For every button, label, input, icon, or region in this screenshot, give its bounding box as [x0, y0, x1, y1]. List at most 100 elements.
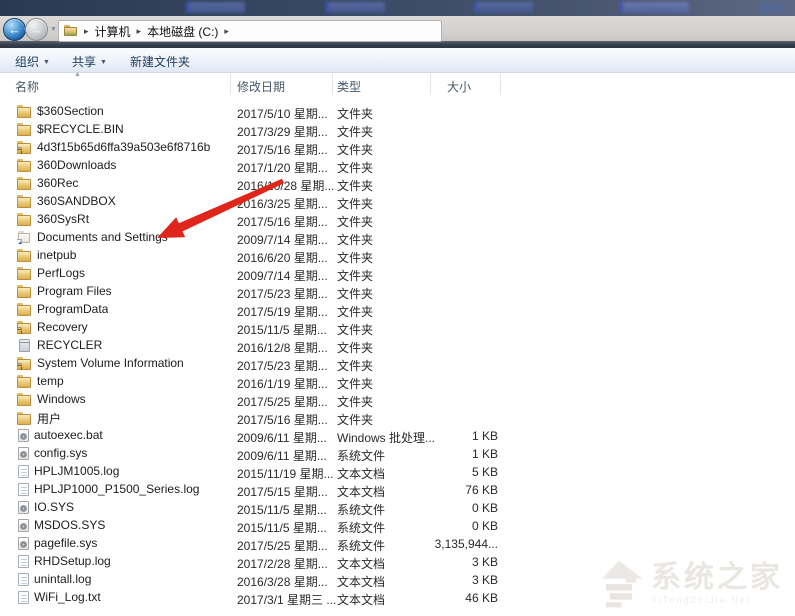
file-row[interactable]: ProgramData 2017/5/19 星期... 文件夹 — [0, 301, 795, 319]
system-file-icon — [18, 429, 29, 442]
file-row[interactable]: Documents and Settings 2009/7/14 星期... 文… — [0, 229, 795, 247]
file-date: 2015/11/5 星期... — [237, 501, 327, 518]
file-row[interactable]: HPLJP1000_P1500_Series.log 2017/5/15 星期.… — [0, 481, 795, 499]
file-row[interactable]: Recovery 2015/11/5 星期... 文件夹 — [0, 319, 795, 337]
file-name: HPLJM1005.log — [34, 464, 119, 478]
blurred-background-tab — [186, 2, 245, 13]
file-row[interactable]: PerfLogs 2009/7/14 星期... 文件夹 — [0, 265, 795, 283]
file-type: 文本文档 — [337, 591, 385, 608]
breadcrumb-separator-icon: ▸ — [137, 26, 142, 37]
file-row[interactable]: 360SysRt 2017/5/16 星期... 文件夹 — [0, 211, 795, 229]
text-file-icon — [18, 555, 29, 568]
file-row[interactable]: 4d3f15b65d6ffa39a503e6f8716b 2017/5/16 星… — [0, 139, 795, 157]
history-dropdown-icon[interactable]: ▼ — [50, 26, 57, 33]
folder-icon — [17, 159, 32, 172]
file-date: 2017/5/10 星期... — [237, 105, 328, 122]
file-row[interactable]: 360Rec 2016/10/28 星期... 文件夹 — [0, 175, 795, 193]
file-row[interactable]: Windows 2017/5/25 星期... 文件夹 — [0, 391, 795, 409]
column-divider[interactable] — [230, 74, 231, 95]
file-row[interactable]: MSDOS.SYS 2015/11/5 星期... 系统文件 0 KB — [0, 517, 795, 535]
text-file-icon — [18, 483, 29, 496]
file-row[interactable]: 360Downloads 2017/1/20 星期... 文件夹 — [0, 157, 795, 175]
watermark-subtext: XiTongZhiJia.Net — [651, 595, 751, 605]
file-name: 360SysRt — [37, 212, 89, 226]
watermark-title: 系统之家 — [651, 563, 783, 593]
folder-icon — [17, 393, 32, 406]
file-row[interactable]: inetpub 2016/6/20 星期... 文件夹 — [0, 247, 795, 265]
new-folder-label: 新建文件夹 — [130, 53, 190, 70]
file-row[interactable]: HPLJM1005.log 2015/11/19 星期... 文本文档 5 KB — [0, 463, 795, 481]
new-folder-button[interactable]: 新建文件夹 — [130, 53, 190, 70]
watermark: 系统之家 XiTongZhiJia.Net — [593, 558, 783, 610]
file-rows: $360Section 2017/5/10 星期... 文件夹 $RECYCLE… — [0, 103, 795, 607]
file-date: 2015/11/19 星期... — [237, 465, 334, 482]
folder-icon — [17, 303, 32, 316]
file-name: ProgramData — [37, 302, 108, 316]
file-row[interactable]: RECYCLER 2016/12/8 星期... 文件夹 — [0, 337, 795, 355]
column-divider[interactable] — [500, 74, 501, 95]
file-type: 文件夹 — [337, 159, 373, 176]
file-type: 文件夹 — [337, 375, 373, 392]
column-divider[interactable] — [332, 74, 333, 95]
file-row[interactable]: config.sys 2009/6/11 星期... 系统文件 1 KB — [0, 445, 795, 463]
file-date: 2016/12/8 星期... — [237, 339, 328, 356]
file-name: autoexec.bat — [34, 428, 103, 442]
column-header-date-modified[interactable]: 修改日期 — [237, 78, 285, 95]
column-header-size[interactable]: 大小 — [447, 78, 471, 95]
lock-folder-icon — [17, 357, 32, 370]
file-name-cell: IO.SYS — [17, 500, 74, 514]
file-date: 2017/5/19 星期... — [237, 303, 328, 320]
forward-button[interactable]: → — [25, 18, 48, 41]
column-divider[interactable] — [430, 74, 431, 95]
folder-icon — [17, 249, 32, 262]
breadcrumb-item-drive-c[interactable]: 本地磁盘 (C:) — [147, 23, 218, 40]
organize-button[interactable]: 组织 ▼ — [15, 53, 50, 70]
file-date: 2015/11/5 星期... — [237, 321, 327, 338]
back-button[interactable]: ← — [3, 18, 26, 41]
file-name-cell: unintall.log — [17, 572, 91, 586]
share-button[interactable]: 共享 ▼ — [72, 53, 107, 70]
file-date: 2017/5/23 星期... — [237, 357, 328, 374]
address-bar[interactable]: ▸ 计算机 ▸ 本地磁盘 (C:) ▸ — [58, 20, 442, 42]
file-name-cell: $RECYCLE.BIN — [17, 122, 124, 136]
file-row[interactable]: System Volume Information 2017/5/23 星期..… — [0, 355, 795, 373]
file-name-cell: Windows — [17, 392, 86, 406]
file-type: 文件夹 — [337, 267, 373, 284]
file-row[interactable]: pagefile.sys 2017/5/25 星期... 系统文件 3,135,… — [0, 535, 795, 553]
file-name-cell: 360Downloads — [17, 158, 116, 172]
file-type: 文件夹 — [337, 141, 373, 158]
file-name: System Volume Information — [37, 356, 184, 370]
forward-arrow-icon: → — [30, 22, 43, 37]
file-row[interactable]: 用户 2017/5/16 星期... 文件夹 — [0, 409, 795, 427]
text-file-icon — [18, 465, 29, 478]
file-row[interactable]: $RECYCLE.BIN 2017/3/29 星期... 文件夹 — [0, 121, 795, 139]
file-name: 360Downloads — [37, 158, 116, 172]
file-name-cell: 4d3f15b65d6ffa39a503e6f8716b — [17, 140, 210, 154]
file-date: 2017/3/29 星期... — [237, 123, 328, 140]
folder-icon — [17, 213, 32, 226]
location-icon — [64, 25, 78, 37]
file-date: 2017/5/16 星期... — [237, 213, 328, 230]
file-row[interactable]: autoexec.bat 2009/6/11 星期... Windows 批处理… — [0, 427, 795, 445]
file-row[interactable]: $360Section 2017/5/10 星期... 文件夹 — [0, 103, 795, 121]
text-file-icon — [18, 573, 29, 586]
file-name: Program Files — [37, 284, 112, 298]
system-file-icon — [18, 519, 29, 532]
column-header-type[interactable]: 类型 — [337, 78, 361, 95]
file-row[interactable]: 360SANDBOX 2016/3/25 星期... 文件夹 — [0, 193, 795, 211]
file-row[interactable]: IO.SYS 2015/11/5 星期... 系统文件 0 KB — [0, 499, 795, 517]
breadcrumb-item-computer[interactable]: 计算机 — [95, 23, 131, 40]
command-toolbar: 组织 ▼ 共享 ▼ 新建文件夹 — [0, 48, 795, 73]
system-file-icon — [18, 501, 29, 514]
folder-icon — [17, 285, 32, 298]
file-type: 文件夹 — [337, 339, 373, 356]
column-header-name[interactable]: 名称 — [15, 78, 39, 95]
share-label: 共享 — [72, 53, 96, 70]
file-row[interactable]: temp 2016/1/19 星期... 文件夹 — [0, 373, 795, 391]
file-name: Documents and Settings — [37, 230, 168, 244]
file-type: 文件夹 — [337, 249, 373, 266]
file-row[interactable]: Program Files 2017/5/23 星期... 文件夹 — [0, 283, 795, 301]
file-name-cell: 用户 — [17, 410, 61, 427]
back-arrow-icon: ← — [8, 22, 21, 37]
file-type: 文本文档 — [337, 573, 385, 590]
